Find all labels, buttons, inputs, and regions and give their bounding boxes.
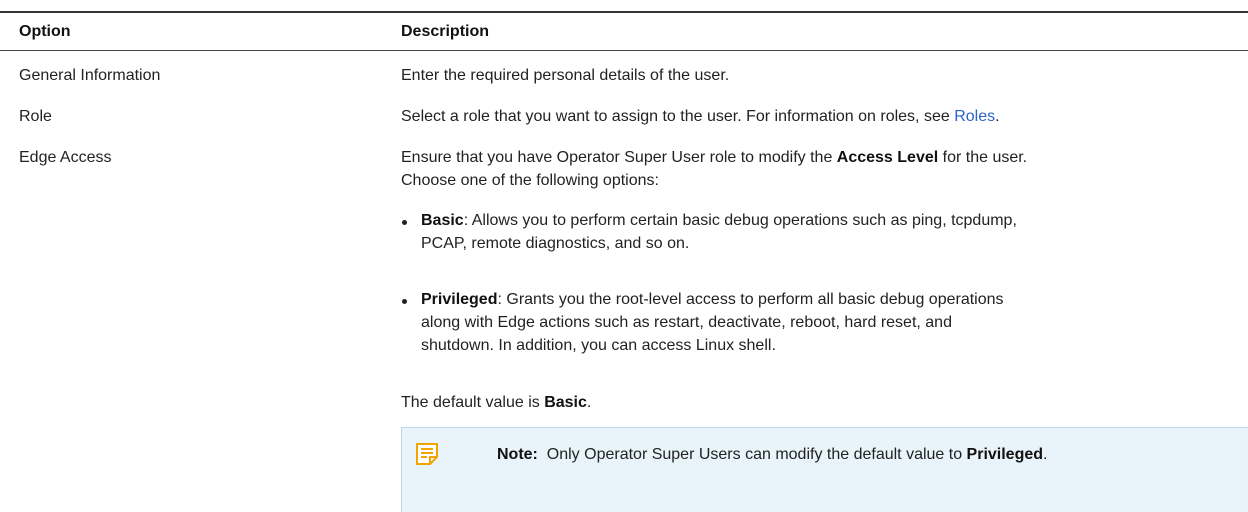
role-description-period: .	[995, 108, 1000, 125]
description-role: Select a role that you want to assign to…	[401, 105, 1000, 128]
note-body: Only Operator Super Users can modify the…	[537, 446, 967, 463]
note-period: .	[1043, 446, 1048, 463]
header-description: Description	[401, 23, 490, 40]
intro-line-2: Choose one of the following options:	[401, 172, 659, 189]
note-icon	[416, 443, 438, 465]
header-rule	[0, 50, 1248, 51]
note-text: Note: Only Operator Super Users can modi…	[497, 443, 1047, 466]
note-value: Privileged	[966, 446, 1044, 463]
option-edge-access: Edge Access	[19, 149, 112, 166]
option-general-information: General Information	[19, 67, 161, 84]
privileged-desc-line2: along with Edge actions such as restart,…	[421, 314, 952, 331]
bullet-dot	[402, 299, 407, 304]
basic-term: Basic	[421, 212, 464, 229]
header-option: Option	[19, 23, 71, 40]
bullet-dot	[402, 220, 407, 225]
basic-desc-line1: : Allows you to perform certain basic de…	[463, 212, 1017, 229]
options-table: Option Description General Information E…	[0, 0, 1248, 512]
default-value-text: The default value is Basic.	[401, 391, 591, 414]
roles-link[interactable]: Roles	[954, 108, 995, 125]
intro-text: Ensure that you have Operator Super User…	[401, 149, 837, 166]
default-suffix: .	[586, 394, 592, 411]
privileged-desc-line3: shutdown. In addition, you can access Li…	[421, 337, 776, 354]
privileged-term: Privileged	[421, 291, 498, 308]
role-description-text: Select a role that you want to assign to…	[401, 108, 955, 125]
option-role: Role	[19, 108, 52, 125]
note-label: Note:	[497, 446, 538, 463]
default-prefix: The default value is	[401, 394, 545, 411]
note-callout: Note: Only Operator Super Users can modi…	[401, 427, 1248, 512]
table-top-rule	[0, 11, 1248, 13]
description-general-information: Enter the required personal details of t…	[401, 67, 730, 84]
option-basic-item: Basic: Allows you to perform certain bas…	[421, 209, 1017, 255]
access-level-term: Access Level	[836, 149, 939, 166]
basic-desc-line2: PCAP, remote diagnostics, and so on.	[421, 235, 690, 252]
default-value: Basic	[544, 394, 587, 411]
intro-text-end: for the user.	[938, 149, 1028, 166]
edge-access-intro: Ensure that you have Operator Super User…	[401, 146, 1027, 192]
privileged-desc-line1: : Grants you the root-level access to pe…	[497, 291, 1004, 308]
option-privileged-item: Privileged: Grants you the root-level ac…	[421, 288, 1004, 357]
